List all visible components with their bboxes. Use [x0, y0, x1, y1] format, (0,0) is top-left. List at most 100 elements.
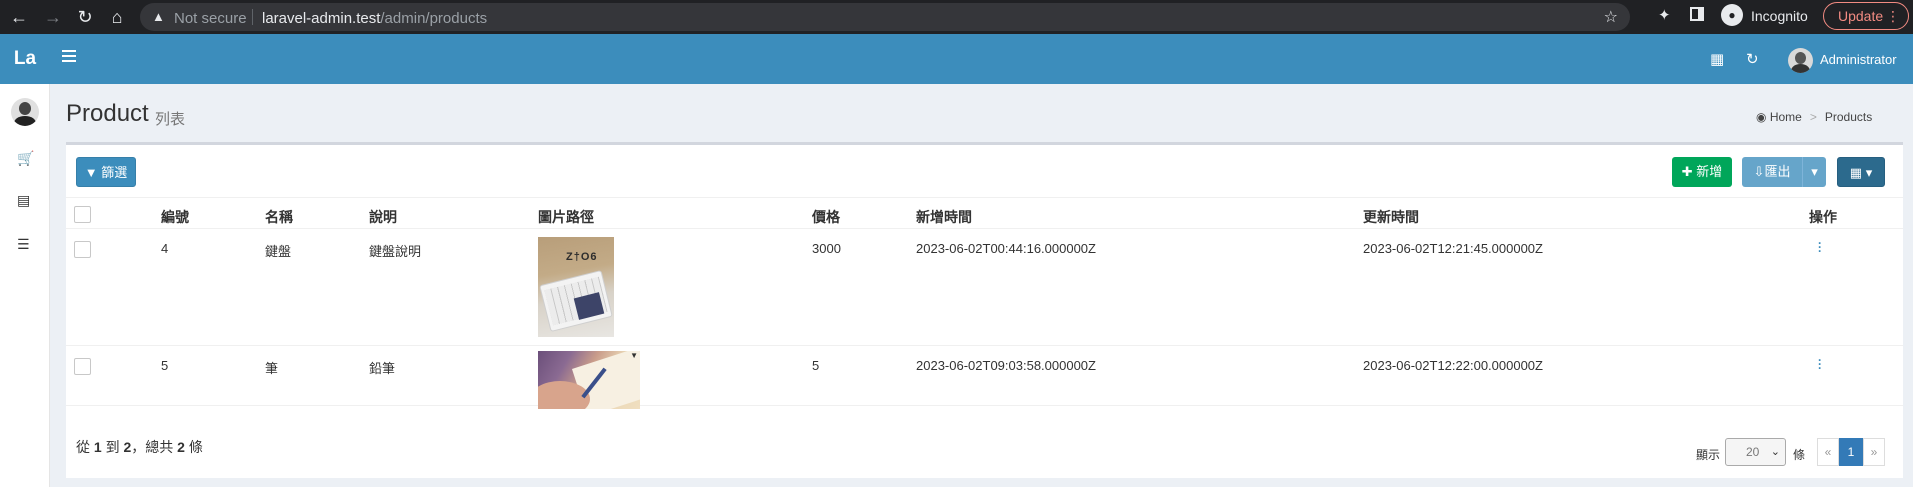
refresh-icon[interactable]: ↻: [1746, 50, 1759, 68]
menu-dots-icon: ⋮: [1886, 8, 1900, 24]
summary-from: 從: [76, 439, 90, 455]
col-updated[interactable]: 更新時間: [1363, 207, 1419, 227]
pencil-thumbnail[interactable]: ▼: [538, 351, 640, 409]
box-print-graphic: Z†O6: [566, 251, 598, 263]
per-page-label: 顯示: [1696, 448, 1721, 462]
list-icon[interactable]: ☰: [17, 236, 30, 253]
page-subtitle: 列表: [155, 111, 186, 128]
dashboard-icon: ◉: [1756, 110, 1767, 124]
download-icon: ⇩: [1753, 164, 1765, 179]
col-name[interactable]: 名稱: [265, 207, 293, 227]
cell-updated: 2023-06-02T12:22:00.000000Z: [1363, 358, 1543, 373]
extensions-puzzle-icon[interactable]: ✦: [1658, 6, 1671, 24]
col-actions: 操作: [1809, 209, 1837, 225]
address-bar[interactable]: ▲ Not secure laravel-admin.test/admin/pr…: [140, 3, 1630, 31]
home-icon[interactable]: ⌂: [104, 4, 130, 30]
caret-down-icon: ▼: [630, 351, 638, 360]
row-checkbox[interactable]: [74, 358, 91, 375]
chevron-down-icon: ⌄: [1770, 446, 1780, 458]
row-actions-menu-icon[interactable]: · · ·: [1818, 237, 1822, 257]
summary-total: 2: [177, 439, 185, 455]
sidebar-toggle-icon[interactable]: [62, 50, 76, 62]
reload-icon[interactable]: ↻: [72, 4, 98, 30]
logo[interactable]: La: [0, 34, 50, 84]
col-description[interactable]: 說明: [369, 207, 397, 227]
breadcrumb-separator: >: [1809, 110, 1817, 124]
keyboard-thumbnail[interactable]: Z†O6: [538, 237, 614, 337]
summary-total-label: ，總共: [131, 439, 174, 455]
row-actions-menu-icon[interactable]: · · ·: [1818, 354, 1822, 374]
security-label: Not secure: [174, 10, 247, 27]
select-all-checkbox[interactable]: [74, 206, 91, 223]
cart-icon[interactable]: 🛒: [17, 150, 34, 167]
new-label: 新增: [1696, 164, 1723, 179]
cell-description: 鍵盤說明: [369, 244, 422, 259]
plus-icon: ✚: [1681, 164, 1693, 179]
cell-created: 2023-06-02T00:44:16.000000Z: [916, 241, 1096, 256]
language-icon[interactable]: ▦: [1710, 50, 1724, 68]
url-text[interactable]: laravel-admin.test/admin/products: [262, 10, 487, 27]
cell-id: 5: [161, 358, 169, 373]
column-selector-button[interactable]: ▦ ▾: [1837, 157, 1885, 187]
col-image[interactable]: 圖片路徑: [538, 207, 594, 227]
url-host: laravel-admin.test: [262, 10, 381, 27]
incognito-label: Incognito: [1751, 8, 1808, 24]
per-page-select[interactable]: 20 ⌄: [1725, 438, 1786, 466]
summary-to: 到: [105, 439, 120, 455]
cell-id: 4: [161, 241, 169, 256]
incognito-icon[interactable]: ●: [1721, 4, 1743, 26]
col-created[interactable]: 新增時間: [916, 207, 972, 227]
summary-start: 1: [93, 439, 102, 455]
address-divider: [252, 9, 253, 25]
export-button[interactable]: ⇩匯出: [1742, 157, 1802, 187]
browser-toolbar: ← → ↻ ⌂ ▲ Not secure laravel-admin.test/…: [0, 0, 1913, 34]
side-panel-icon[interactable]: [1690, 7, 1704, 21]
filter-button[interactable]: ▼ 篩選: [76, 157, 136, 187]
sidebar-avatar: [11, 98, 39, 126]
row-checkbox[interactable]: [74, 241, 91, 258]
product-grid-box: ▼ 篩選 ✚ 新增 ⇩匯出 ▾ ▦ ▾ 編號 名稱 說明 圖片路徑 價格 新增時…: [66, 142, 1903, 478]
bookmark-star-icon[interactable]: ☆: [1604, 7, 1618, 27]
update-button[interactable]: Update ⋮: [1823, 2, 1909, 30]
table-row: 4 鍵盤 鍵盤說明 Z†O6 3000 2023-06-02T00:44:16.…: [66, 229, 1903, 346]
sidebar: 🛒 ▤ ☰: [0, 84, 50, 487]
cell-price: 5: [812, 358, 820, 373]
col-id[interactable]: 編號: [161, 207, 189, 227]
export-label: 匯出: [1764, 164, 1791, 179]
per-page-unit: 條: [1793, 448, 1806, 462]
page-button-current[interactable]: 1: [1839, 438, 1863, 466]
new-button[interactable]: ✚ 新增: [1672, 157, 1732, 187]
bar-chart-icon[interactable]: ▤: [17, 192, 30, 209]
next-page-button[interactable]: »: [1863, 438, 1885, 466]
url-path: /admin/products: [380, 10, 488, 27]
per-page-value: 20: [1746, 445, 1760, 459]
cell-name: 筆: [265, 361, 279, 376]
user-name[interactable]: Administrator: [1820, 52, 1897, 67]
cell-name: 鍵盤: [265, 244, 292, 259]
page-title: Product: [66, 100, 149, 127]
caret-down-icon: ▾: [1865, 165, 1873, 180]
summary-unit: 條: [188, 439, 203, 455]
breadcrumb-current: Products: [1824, 110, 1873, 124]
warning-icon: ▲: [152, 9, 165, 24]
forward-arrow-icon[interactable]: →: [40, 4, 66, 30]
filter-icon: ▼: [84, 165, 98, 180]
admin-header: La ▦ ↻ Administrator: [0, 34, 1913, 84]
user-avatar[interactable]: [1788, 48, 1813, 73]
cell-updated: 2023-06-02T12:21:45.000000Z: [1363, 241, 1543, 256]
table-row: 5 筆 鉛筆 ▼ 5 2023-06-02T09:03:58.000000Z 2…: [66, 346, 1903, 409]
update-label: Update: [1838, 8, 1884, 24]
table-icon: ▦: [1849, 165, 1863, 180]
caret-down-icon: ▾: [1811, 164, 1818, 179]
cell-description: 鉛筆: [369, 361, 396, 376]
export-dropdown-button[interactable]: ▾: [1802, 157, 1826, 187]
pagination-summary: 從 1 到 2，總共 2 條: [76, 437, 203, 457]
back-arrow-icon[interactable]: ←: [6, 4, 32, 30]
col-price[interactable]: 價格: [812, 207, 840, 227]
table-header: 編號 名稱 說明 圖片路徑 價格 新增時間 更新時間 操作: [66, 197, 1903, 229]
cell-created: 2023-06-02T09:03:58.000000Z: [916, 358, 1096, 373]
breadcrumb: ◉ Home > Products: [1756, 110, 1872, 124]
cell-price: 3000: [812, 241, 841, 256]
prev-page-button[interactable]: «: [1817, 438, 1839, 466]
breadcrumb-home[interactable]: Home: [1770, 110, 1802, 124]
